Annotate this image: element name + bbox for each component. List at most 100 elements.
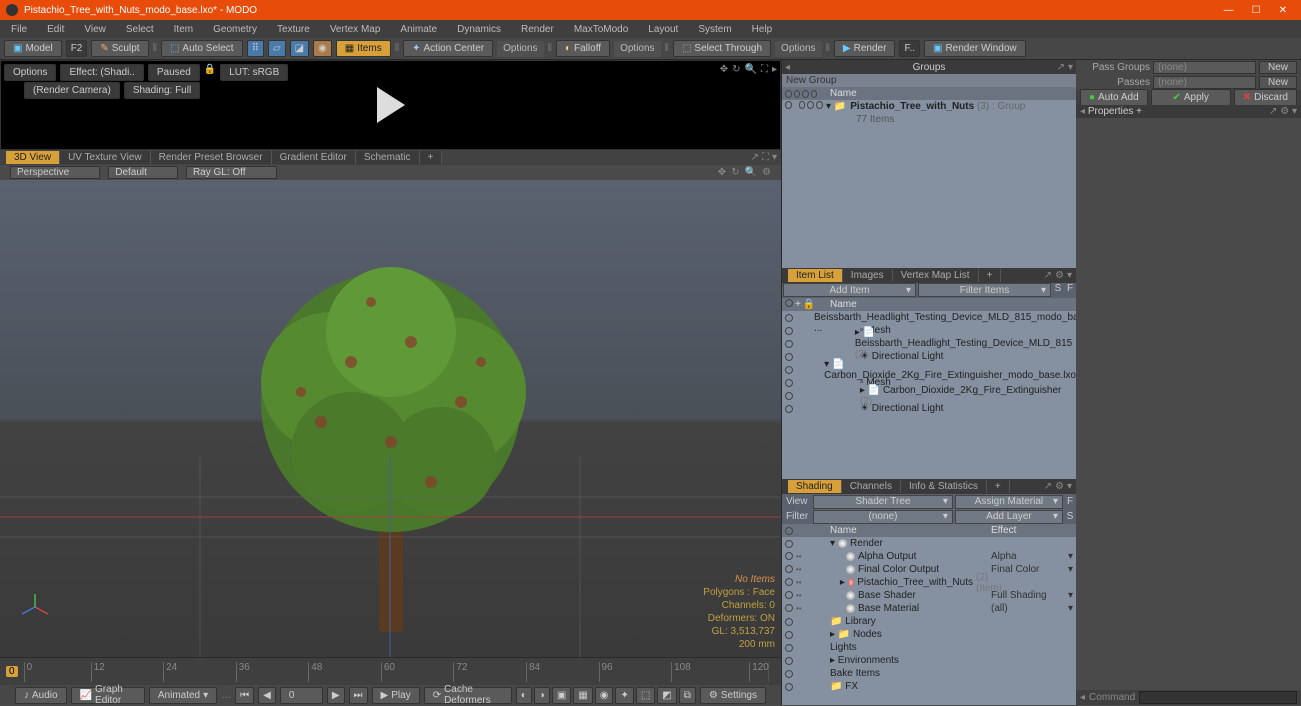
next-frame-button[interactable]: ▶ (327, 687, 345, 704)
last-frame-button[interactable]: ⏭ (349, 687, 368, 704)
menu-icon[interactable]: ▾ (772, 152, 777, 163)
lock-icon[interactable]: 🔒 (204, 64, 216, 81)
tb-icon-8[interactable]: ◩ (657, 687, 676, 704)
undock-icon[interactable]: ↗ (1057, 62, 1065, 73)
vertices-mode-button[interactable]: ⠿ (247, 40, 264, 57)
group-item[interactable]: ▾ 📁 Pistachio_Tree_with_Nuts (3) : Group (782, 100, 1076, 113)
graph-editor-button[interactable]: 📈 Graph Editor (71, 687, 145, 704)
autoselect-button[interactable]: ⬚Auto Select (161, 40, 243, 57)
tab-3dview[interactable]: 3D View (6, 151, 60, 164)
current-frame-input[interactable]: 0 (280, 687, 323, 704)
shader-row[interactable]: ▾ Render (782, 537, 1076, 550)
tab-schematic[interactable]: Schematic (356, 151, 420, 164)
f-button[interactable]: F (1064, 283, 1076, 298)
shader-row[interactable]: 📁 FX (782, 680, 1076, 693)
f-button[interactable]: F (1064, 496, 1076, 507)
falloff-options[interactable]: Options (614, 41, 660, 57)
grip-icon[interactable]: ⦀ (665, 43, 669, 54)
menu-vertexmap[interactable]: Vertex Map (325, 23, 386, 36)
add-layer-select[interactable]: Add Layer (955, 510, 1063, 524)
shader-row[interactable]: •• Base ShaderFull Shading ▾ (782, 589, 1076, 602)
undock-icon[interactable]: ↗ (1044, 481, 1052, 492)
tab-renderpreset[interactable]: Render Preset Browser (151, 151, 272, 164)
list-item[interactable]: ▾ 📄 Beissbarth_Headlight_Testing_Device_… (782, 311, 1076, 324)
tab-add[interactable]: + (420, 151, 443, 164)
preview-shading-button[interactable]: Shading: Full (124, 82, 200, 99)
action-center-button[interactable]: ✦Action Center (403, 40, 493, 57)
expand-icon[interactable]: ⛶ (761, 64, 768, 75)
zoom-icon[interactable]: 🔍 (745, 64, 757, 75)
shader-row[interactable]: •• Base Material(all) ▾ (782, 602, 1076, 615)
tb-icon-3[interactable]: ▣ (552, 687, 571, 704)
apply-button[interactable]: ✔Apply (1151, 89, 1231, 106)
shader-row[interactable]: •• Alpha OutputAlpha ▾ (782, 550, 1076, 563)
menu-animate[interactable]: Animate (395, 23, 442, 36)
menu-maxtomodo[interactable]: MaxToModo (569, 23, 633, 36)
passgroups-select[interactable]: (none) (1153, 61, 1256, 74)
tab-shading[interactable]: Shading (788, 480, 842, 493)
edges-mode-button[interactable]: ▱ (268, 40, 286, 57)
select-through-button[interactable]: ⬚Select Through (673, 40, 771, 57)
vp-move-icon[interactable]: ✥ (718, 167, 726, 178)
render-button[interactable]: ▶Render (834, 40, 896, 57)
menu-select[interactable]: Select (121, 23, 159, 36)
close-button[interactable]: ✕ (1279, 5, 1287, 16)
menu-edit[interactable]: Edit (42, 23, 69, 36)
menu-dynamics[interactable]: Dynamics (452, 23, 506, 36)
undock-icon[interactable]: ↗ (1269, 106, 1277, 117)
gear-icon[interactable]: ⚙ (1280, 106, 1289, 117)
preview-camera-button[interactable]: (Render Camera) (24, 82, 120, 99)
shader-row[interactable]: Lights (782, 641, 1076, 654)
f2-button[interactable]: F2 (66, 40, 88, 57)
grip-icon[interactable]: ⦀ (548, 43, 552, 54)
tb-icon-7[interactable]: ⬚ (636, 687, 655, 704)
shader-row[interactable]: 📁 Library (782, 615, 1076, 628)
undock-icon[interactable]: ↗ (1044, 270, 1052, 281)
menu-icon[interactable]: ▾ (1292, 106, 1297, 117)
audio-button[interactable]: ♪ Audio (15, 687, 67, 704)
maximize-button[interactable]: ☐ (1252, 5, 1261, 16)
tab-add[interactable]: + (979, 269, 1002, 282)
shadertree-select[interactable]: Shader Tree (813, 495, 953, 509)
gear-icon[interactable]: ⚙ (1055, 270, 1064, 281)
play-button[interactable]: ▶ Play (372, 687, 420, 704)
items-mode-button[interactable]: ▦Items (336, 40, 391, 57)
filter-items-select[interactable]: Filter Items (918, 283, 1051, 297)
next-icon[interactable]: ▸ (772, 64, 777, 75)
assign-material-select[interactable]: Assign Material (955, 495, 1063, 509)
preview-lut-button[interactable]: LUT: sRGB (220, 64, 288, 81)
tb-icon-5[interactable]: ◉ (595, 687, 614, 704)
shader-row[interactable]: Bake Items (782, 667, 1076, 680)
3d-viewport[interactable]: No Items Polygons : Face Channels: 0 Def… (0, 180, 781, 657)
max-icon[interactable]: ⛶ (762, 152, 769, 163)
minimize-button[interactable]: — (1224, 5, 1234, 16)
filter-select[interactable]: (none) (813, 510, 953, 524)
animated-select[interactable]: Animated ▾ (149, 687, 217, 704)
list-item[interactable]: ▸ 📄 Beissbarth_Headlight_Testing_Device_… (782, 337, 1076, 350)
menu-view[interactable]: View (79, 23, 111, 36)
vp-rotate-icon[interactable]: ↻ (731, 167, 739, 178)
autoadd-button[interactable]: ●Auto Add (1080, 89, 1148, 106)
discard-button[interactable]: ✖Discard (1234, 89, 1297, 106)
menu-system[interactable]: System (693, 23, 736, 36)
add-tab-icon[interactable]: + (1136, 106, 1142, 117)
render-window-button[interactable]: ▣Render Window (924, 40, 1026, 57)
menu-help[interactable]: Help (747, 23, 778, 36)
menu-layout[interactable]: Layout (643, 23, 683, 36)
shader-row[interactable]: ▸ 📁 Nodes (782, 628, 1076, 641)
list-item[interactable]: ▾ 📄 Carbon_Dioxide_2Kg_Fire_Extinguisher… (782, 363, 1076, 376)
axis-gizmo-icon[interactable] (20, 592, 50, 622)
tb-icon-9[interactable]: ⧉ (679, 687, 696, 704)
tab-add[interactable]: + (987, 480, 1010, 493)
action-center-options[interactable]: Options (497, 41, 543, 57)
tab-images[interactable]: Images (843, 269, 893, 282)
shader-row[interactable]: ▸ Environments (782, 654, 1076, 667)
vp-gear-icon[interactable]: ⚙ (762, 167, 771, 178)
select-through-options[interactable]: Options (775, 41, 821, 57)
menu-geometry[interactable]: Geometry (208, 23, 262, 36)
refresh-icon[interactable]: ↻ (732, 64, 740, 75)
tab-gradient[interactable]: Gradient Editor (272, 151, 356, 164)
menu-item[interactable]: Item (169, 23, 198, 36)
menu-texture[interactable]: Texture (272, 23, 315, 36)
s-button[interactable]: S (1052, 283, 1064, 298)
